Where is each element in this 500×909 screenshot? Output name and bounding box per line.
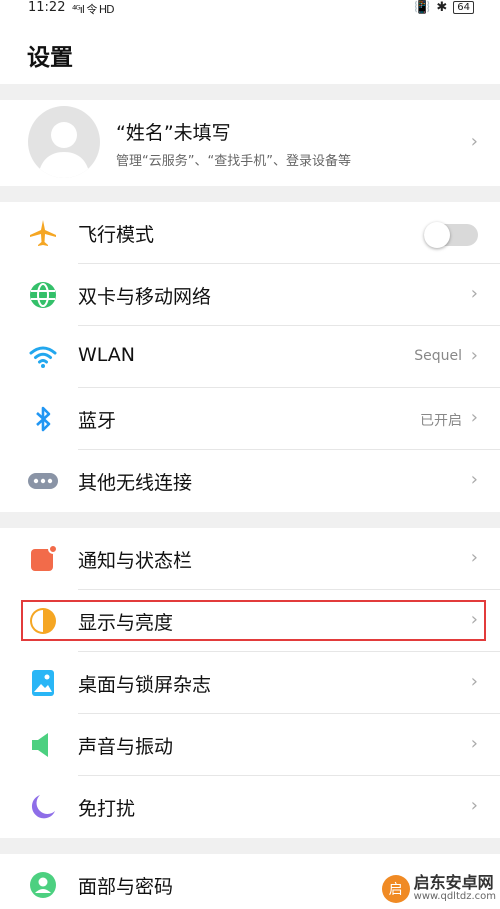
- chevron-right-icon: ›: [470, 795, 478, 816]
- globe-icon: [27, 279, 59, 311]
- settings-item-dual-sim[interactable]: 双卡与移动网络 ›: [0, 264, 500, 326]
- chevron-right-icon: ›: [470, 469, 478, 490]
- settings-item-label: 飞行模式: [78, 224, 155, 246]
- bluetooth-status: 已开启: [420, 413, 462, 429]
- toggle-knob: [424, 222, 450, 248]
- settings-item-label: 双卡与移动网络: [78, 286, 212, 308]
- bluetooth-icon: [27, 403, 59, 435]
- wlan-network-name: Sequel: [414, 348, 462, 364]
- settings-item-label: 显示与亮度: [78, 612, 174, 634]
- settings-item-label: 蓝牙: [78, 410, 117, 432]
- settings-item-wlan[interactable]: WLAN Sequel ›: [0, 326, 500, 388]
- battery-icon: 64: [453, 1, 474, 14]
- watermark: 启 启东安卓网 www.qdltdz.com: [381, 873, 496, 903]
- wifi-icon: [27, 341, 59, 373]
- watermark-logo: 启: [381, 875, 410, 903]
- more-connections-icon: [27, 465, 59, 497]
- chevron-right-icon: ›: [470, 345, 478, 366]
- settings-item-label: WLAN: [78, 344, 136, 366]
- section-divider: [0, 84, 500, 100]
- default-avatar-icon: [38, 122, 90, 178]
- wallpaper-icon: [27, 667, 59, 699]
- brightness-icon: [27, 605, 59, 637]
- section-divider: [0, 186, 500, 202]
- bluetooth-status-icon: ✱: [436, 0, 448, 15]
- settings-item-display-brightness[interactable]: 显示与亮度 ›: [0, 590, 500, 652]
- settings-item-label: 通知与状态栏: [78, 550, 193, 572]
- settings-item-notifications[interactable]: 通知与状态栏 ›: [0, 528, 500, 590]
- chevron-right-icon: ›: [470, 131, 478, 152]
- settings-item-label: 声音与振动: [78, 736, 174, 758]
- settings-item-label: 其他无线连接: [78, 472, 193, 494]
- account-description: 管理“云服务”、“查找手机”、登录设备等: [116, 154, 351, 169]
- settings-item-sound[interactable]: 声音与振动 ›: [0, 714, 500, 776]
- sound-icon: [27, 729, 59, 761]
- settings-item-label: 桌面与锁屏杂志: [78, 674, 212, 696]
- chevron-right-icon: ›: [470, 671, 478, 692]
- settings-item-home-screen[interactable]: 桌面与锁屏杂志 ›: [0, 652, 500, 714]
- account-name: “姓名”未填写: [116, 122, 231, 144]
- face-icon: [27, 869, 59, 901]
- settings-item-label: 面部与密码: [78, 876, 174, 898]
- chevron-right-icon: ›: [470, 733, 478, 754]
- avatar: [28, 106, 100, 178]
- settings-item-bluetooth[interactable]: 蓝牙 已开启 ›: [0, 388, 500, 450]
- vibrate-icon: 📳: [414, 0, 431, 15]
- settings-item-do-not-disturb[interactable]: 免打扰 ›: [0, 776, 500, 838]
- chevron-right-icon: ›: [470, 547, 478, 568]
- airplane-mode-toggle[interactable]: [424, 222, 478, 248]
- settings-item-airplane-mode[interactable]: 飞行模式: [0, 202, 500, 264]
- status-icons: 📳 ✱ 64: [414, 0, 474, 15]
- watermark-url: www.qdltdz.com: [413, 891, 496, 902]
- airplane-icon: [27, 217, 59, 249]
- settings-item-label: 免打扰: [78, 798, 136, 820]
- section-divider: [0, 512, 500, 528]
- chevron-right-icon: ›: [470, 609, 478, 630]
- signal-icon: ⁴ᴳıl 令 HD: [72, 3, 115, 16]
- clock: 11:22: [28, 0, 66, 15]
- status-bar: 11:22 ⁴ᴳıl 令 HD 📳 ✱ 64: [0, 0, 500, 18]
- account-card[interactable]: “姓名”未填写 管理“云服务”、“查找手机”、登录设备等 ›: [0, 100, 500, 186]
- page-title: 设置: [27, 45, 73, 71]
- chevron-right-icon: ›: [470, 283, 478, 304]
- chevron-right-icon: ›: [470, 407, 478, 428]
- moon-icon: [27, 791, 59, 823]
- settings-item-other-wireless[interactable]: 其他无线连接 ›: [0, 450, 500, 512]
- section-divider: [0, 838, 500, 854]
- watermark-name: 启东安卓网: [413, 873, 494, 892]
- notification-icon: [27, 543, 59, 575]
